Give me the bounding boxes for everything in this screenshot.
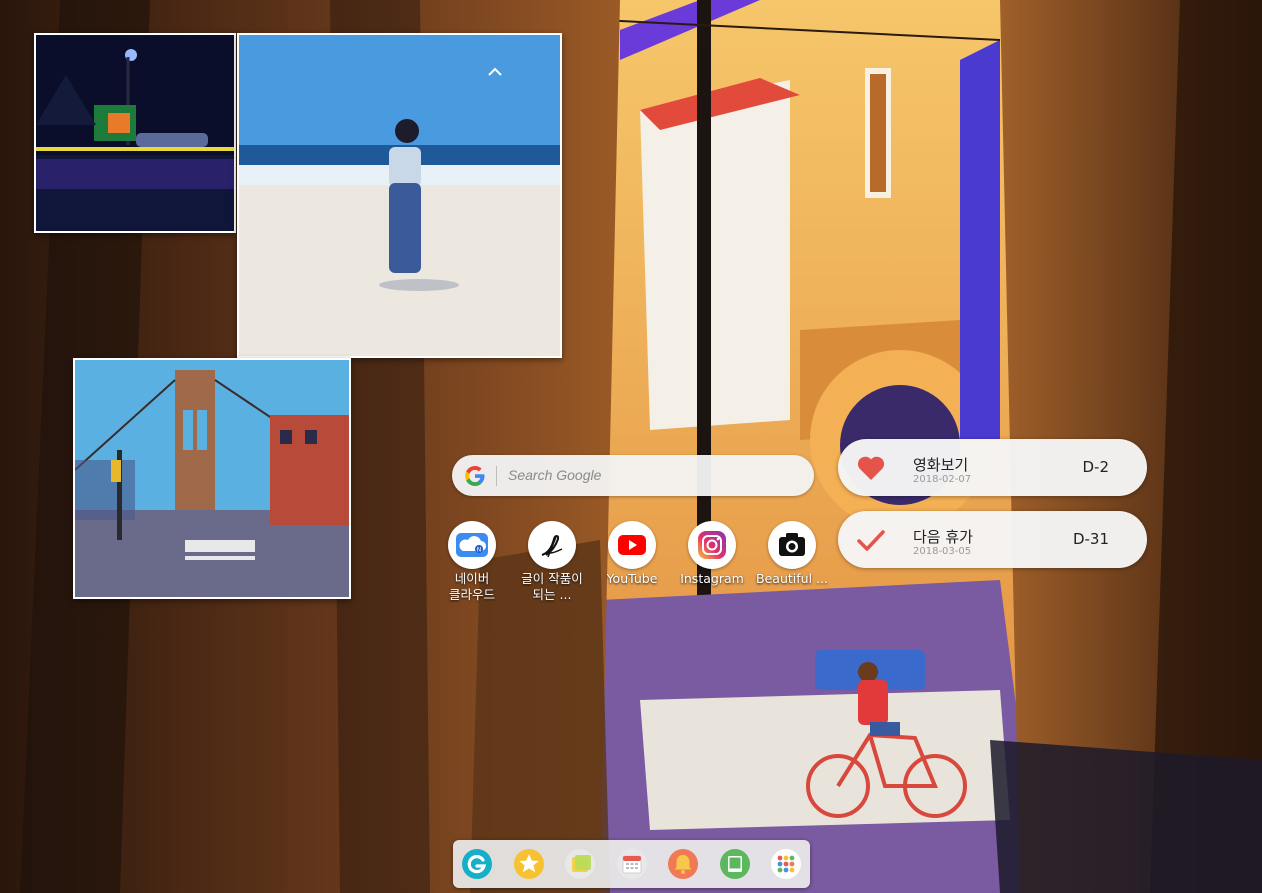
app-instagram[interactable]: Instagram	[672, 521, 752, 587]
svg-text:N: N	[477, 547, 482, 554]
app-youtube[interactable]: YouTube	[592, 521, 672, 587]
star-icon	[514, 849, 544, 879]
dday-widget-movie[interactable]: 영화보기 2018-02-07 D-2	[838, 439, 1147, 496]
heart-icon	[857, 456, 885, 480]
search-placeholder: Search Google	[508, 467, 602, 483]
dock-calendar[interactable]	[615, 847, 649, 881]
dday-count: D-2	[1082, 458, 1109, 476]
dock-notes[interactable]	[563, 847, 597, 881]
checkmark-icon	[857, 530, 885, 551]
dock-bar	[453, 840, 810, 888]
instagram-icon	[688, 521, 736, 569]
app-label: Beautiful ...	[756, 571, 828, 586]
photo-night-gas-station[interactable]	[34, 33, 236, 233]
youtube-icon	[608, 521, 656, 569]
dock-launcher-g[interactable]	[460, 847, 494, 881]
calendar-icon	[617, 849, 647, 879]
app-label: 글이 작품이 되는 ...	[521, 571, 583, 602]
photo-beach-girl[interactable]	[237, 33, 562, 358]
dday-date: 2018-03-05	[913, 546, 972, 557]
dday-title: 영화보기	[913, 456, 969, 474]
tablet-icon	[720, 849, 750, 879]
google-search-bar[interactable]: Search Google	[452, 455, 814, 496]
app-naver-cloud[interactable]: N 네이버 클라우드	[432, 521, 512, 603]
bell-icon	[668, 849, 698, 879]
sticky-note-icon	[565, 849, 595, 879]
dock-alarm[interactable]	[666, 847, 700, 881]
camera-icon	[768, 521, 816, 569]
naver-cloud-icon: N	[448, 521, 496, 569]
photo-bridge-image	[75, 360, 349, 597]
pen-signature-icon	[528, 521, 576, 569]
app-beautiful-camera[interactable]: Beautiful ...	[752, 521, 832, 587]
dday-widget-vacation[interactable]: 다음 휴가 2018-03-05 D-31	[838, 511, 1147, 568]
app-label: Instagram	[680, 571, 744, 586]
photo-night-image	[36, 35, 234, 231]
launcher-g-icon	[462, 849, 492, 879]
photo-beach-image	[239, 35, 560, 356]
dday-count: D-31	[1072, 530, 1109, 548]
dock-tablet[interactable]	[718, 847, 752, 881]
dock-favorites[interactable]	[512, 847, 546, 881]
google-g-icon	[465, 466, 485, 486]
dock-app-drawer[interactable]	[769, 847, 803, 881]
search-divider	[496, 466, 497, 486]
app-pen-writing[interactable]: 글이 작품이 되는 ...	[512, 521, 592, 603]
photo-bridge-street[interactable]	[73, 358, 351, 599]
dday-title: 다음 휴가	[913, 528, 973, 546]
app-grid-icon	[771, 849, 801, 879]
app-label: YouTube	[606, 571, 658, 586]
app-label: 네이버 클라우드	[448, 571, 495, 602]
dday-date: 2018-02-07	[913, 474, 972, 485]
